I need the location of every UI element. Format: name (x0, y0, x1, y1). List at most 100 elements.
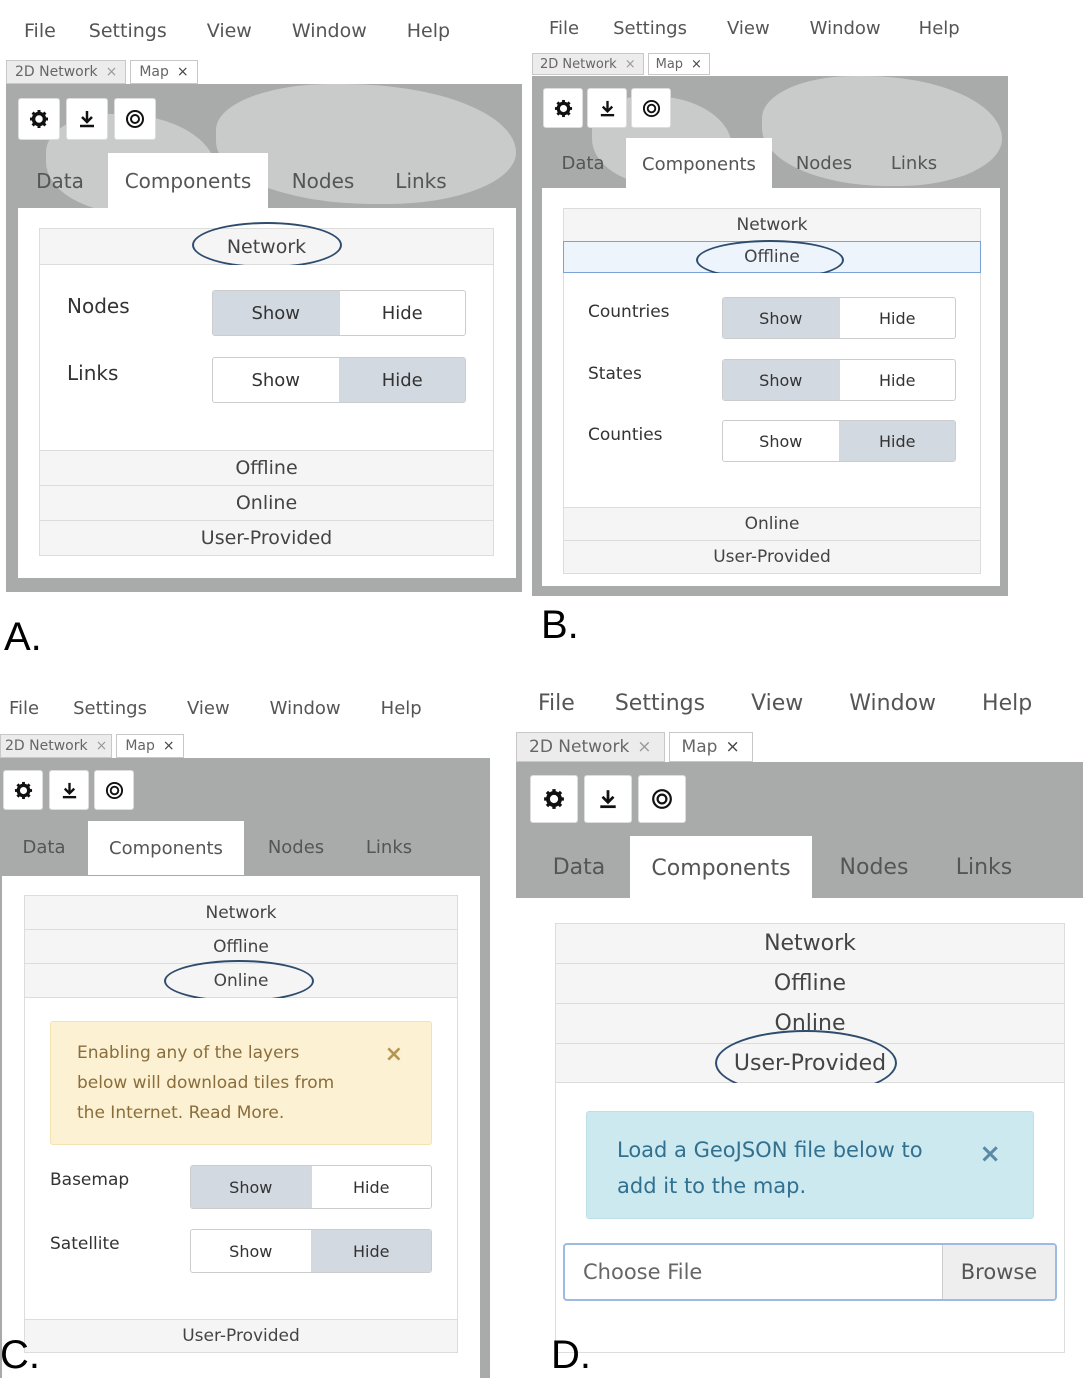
links-show-button[interactable]: Show (213, 358, 339, 402)
menu-file[interactable]: File (549, 18, 579, 39)
tab-components[interactable]: Components (630, 836, 812, 900)
menu-settings[interactable]: Settings (613, 18, 687, 39)
download-icon-button[interactable] (587, 88, 627, 128)
menu-settings[interactable]: Settings (615, 691, 705, 716)
accordion-network[interactable]: Network (24, 895, 458, 930)
window-tab-2d-network[interactable]: 2D Network × (516, 732, 665, 762)
nodes-show-button[interactable]: Show (213, 291, 339, 335)
menu-help[interactable]: Help (919, 18, 960, 39)
tab-links[interactable]: Links (872, 140, 956, 186)
counties-show-button[interactable]: Show (723, 421, 839, 461)
close-icon[interactable]: × (96, 738, 108, 754)
close-icon[interactable]: × (177, 64, 189, 80)
download-icon-button[interactable] (66, 98, 108, 140)
choose-file-field[interactable]: Choose File (565, 1245, 942, 1299)
counties-hide-button[interactable]: Hide (838, 421, 955, 461)
accordion-online[interactable]: Online (563, 507, 981, 541)
tab-data[interactable]: Data (20, 155, 100, 207)
tab-data[interactable]: Data (546, 140, 620, 186)
gear-icon-button[interactable] (530, 775, 578, 823)
download-icon-button[interactable] (584, 775, 632, 823)
tab-nodes[interactable]: Nodes (782, 140, 866, 186)
menu-help[interactable]: Help (381, 698, 422, 719)
menu-view[interactable]: View (207, 20, 252, 42)
states-show-button[interactable]: Show (723, 360, 839, 400)
alert-text-line: below will download tiles from (77, 1073, 335, 1093)
gear-icon (30, 110, 48, 128)
basemap-hide-button[interactable]: Hide (310, 1166, 432, 1208)
tab-nodes[interactable]: Nodes (278, 155, 368, 207)
satellite-show-button[interactable]: Show (191, 1230, 311, 1272)
accordion-user-provided[interactable]: User-Provided (24, 1319, 458, 1353)
accordion-network[interactable]: Network (555, 923, 1065, 964)
menu-settings[interactable]: Settings (73, 698, 147, 719)
close-icon[interactable]: × (637, 737, 651, 757)
menu-help[interactable]: Help (407, 20, 450, 42)
accordion-offline[interactable]: Offline (555, 963, 1065, 1004)
window-tab-map[interactable]: Map × (647, 53, 710, 75)
menu-help[interactable]: Help (982, 691, 1032, 716)
tab-components[interactable]: Components (88, 821, 244, 875)
menu-view[interactable]: View (727, 18, 770, 39)
menu-window[interactable]: Window (810, 18, 881, 39)
basemap-show-button[interactable]: Show (191, 1166, 311, 1208)
window-tab-map[interactable]: Map × (130, 60, 198, 84)
tab-links[interactable]: Links (936, 838, 1032, 896)
close-icon[interactable]: × (385, 1040, 403, 1070)
links-hide-button[interactable]: Hide (338, 358, 465, 402)
menu-view[interactable]: View (751, 691, 803, 716)
accordion-network[interactable]: Network (563, 208, 981, 242)
browse-button[interactable]: Browse (942, 1245, 1055, 1299)
window-tab-map[interactable]: Map × (668, 732, 753, 762)
menu-file[interactable]: File (538, 691, 575, 716)
target-icon-button[interactable] (631, 88, 671, 128)
countries-hide-button[interactable]: Hide (838, 298, 956, 338)
panel-a: File Settings View Window Help 2D Networ… (6, 0, 522, 592)
window-tab-2d-network[interactable]: 2D Network × (0, 734, 113, 758)
target-icon-button[interactable] (94, 770, 134, 810)
gear-icon-button[interactable] (3, 770, 43, 810)
menu-file[interactable]: File (9, 698, 39, 719)
target-icon-button[interactable] (638, 775, 686, 823)
target-icon-button[interactable] (114, 98, 156, 140)
download-icon (80, 111, 94, 128)
download-icon-button[interactable] (49, 770, 89, 810)
close-icon[interactable]: × (979, 1136, 1001, 1172)
accordion-online[interactable]: Online (39, 485, 494, 521)
tab-links[interactable]: Links (346, 823, 432, 871)
close-icon[interactable]: × (625, 57, 636, 72)
window-tab-map[interactable]: Map × (116, 734, 184, 758)
gear-icon-button[interactable] (18, 98, 60, 140)
window-tab-2d-network[interactable]: 2D Network × (532, 53, 644, 75)
tab-data[interactable]: Data (538, 838, 620, 896)
tab-components[interactable]: Components (108, 153, 268, 209)
window-tab-label: 2D Network (15, 64, 98, 80)
nodes-hide-button[interactable]: Hide (338, 291, 466, 335)
tab-links[interactable]: Links (378, 155, 464, 207)
states-hide-button[interactable]: Hide (838, 360, 956, 400)
accordion-offline[interactable]: Offline (24, 929, 458, 964)
menu-window[interactable]: Window (292, 20, 367, 42)
countries-show-button[interactable]: Show (723, 298, 839, 338)
accordion-user-provided[interactable]: User-Provided (39, 520, 494, 556)
close-icon[interactable]: × (725, 737, 739, 757)
tab-components[interactable]: Components (626, 138, 772, 190)
menu-window[interactable]: Window (270, 698, 341, 719)
close-icon[interactable]: × (691, 57, 702, 72)
menu-file[interactable]: File (24, 20, 56, 42)
gear-icon-button[interactable] (543, 88, 583, 128)
info-alert: Load a GeoJSON file below to add it to t… (586, 1111, 1034, 1219)
menu-window[interactable]: Window (849, 691, 936, 716)
tab-nodes[interactable]: Nodes (252, 823, 340, 871)
tab-nodes[interactable]: Nodes (822, 838, 926, 896)
close-icon[interactable]: × (163, 738, 175, 754)
menu-settings[interactable]: Settings (89, 20, 167, 42)
menu-view[interactable]: View (187, 698, 230, 719)
close-icon[interactable]: × (106, 64, 118, 80)
accordion-offline[interactable]: Offline (39, 450, 494, 486)
accordion-user-provided[interactable]: User-Provided (563, 540, 981, 574)
panel-letter-a: A. (4, 615, 42, 659)
tab-data[interactable]: Data (6, 823, 82, 871)
satellite-hide-button[interactable]: Hide (310, 1230, 431, 1272)
window-tab-2d-network[interactable]: 2D Network × (6, 60, 127, 84)
